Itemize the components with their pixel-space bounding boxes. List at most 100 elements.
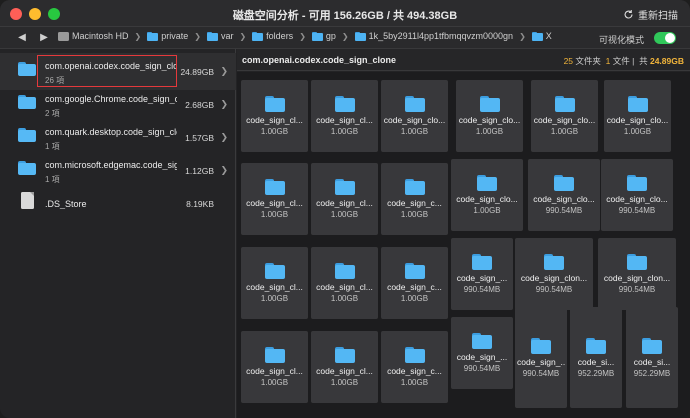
folder-icon <box>311 31 323 41</box>
directory-list: com.openai.codex.code_sign_clone 26 項 24.8… <box>0 49 236 418</box>
rescan-button[interactable]: 重新扫描 <box>623 7 678 22</box>
treemap-tile-name: code_sign_clo... <box>533 194 595 204</box>
treemap-tile[interactable]: code_sign_... 990.54MB <box>451 317 513 389</box>
list-item-count: 1 項 <box>45 142 60 151</box>
treemap-tile[interactable]: code_sign_... 990.54MB <box>515 307 567 408</box>
chevron-right-icon[interactable]: ❯ <box>220 99 228 110</box>
treemap-tile[interactable]: code_sign_c... 1.00GB <box>381 331 448 403</box>
treemap-tile[interactable]: code_sign_clo... 990.54MB <box>601 159 673 231</box>
treemap-tile-size: 990.54MB <box>463 285 501 294</box>
breadcrumb-separator-icon: ❯ <box>519 31 526 41</box>
breadcrumb-item-var[interactable]: var <box>206 31 233 41</box>
breadcrumb-item-gp[interactable]: gp <box>311 31 336 41</box>
total-size: 24.89GB <box>649 56 684 66</box>
treemap-tile-name: code_sign_c... <box>387 366 442 376</box>
treemap-tile[interactable]: code_sign_clo... 1.00GB <box>456 80 523 152</box>
back-arrow-icon[interactable]: ◀ <box>16 32 28 44</box>
forward-arrow-icon[interactable]: ▶ <box>38 32 50 44</box>
treemap-tile[interactable]: code_sign_clon... 990.54MB <box>598 238 676 310</box>
treemap-tile[interactable]: code_sign_cl... 1.00GB <box>241 331 308 403</box>
treemap-tile-size: 1.00GB <box>260 294 289 303</box>
folder-icon <box>627 254 647 270</box>
folder-icon <box>206 31 218 41</box>
list-item-size: 24.89GB <box>180 67 214 77</box>
treemap-tile[interactable]: code_si... 952.29MB <box>626 307 678 408</box>
window-title: 磁盘空间分析 - 可用 156.26GB / 共 494.38GB <box>232 10 458 22</box>
treemap-tile-size: 1.00GB <box>623 127 652 136</box>
total-size-label: 共 <box>639 56 648 66</box>
treemap-tile-size: 1.00GB <box>400 294 429 303</box>
chevron-right-icon[interactable]: ❯ <box>220 132 228 143</box>
treemap-tile[interactable]: code_sign_... 990.54MB <box>451 238 513 310</box>
treemap-tile[interactable]: code_sign_clo... 1.00GB <box>531 80 598 152</box>
folder-icon <box>147 31 159 41</box>
list-item[interactable]: com.openai.codex.code_sign_clone 26 項 24.8… <box>0 53 236 90</box>
list-item-name: com.google.Chrome.code_sign_clone <box>45 94 177 104</box>
treemap-tile-size: 1.00GB <box>260 210 289 219</box>
treemap-tile[interactable]: code_sign_cl... 1.00GB <box>241 80 308 152</box>
folder-icon <box>627 175 647 191</box>
treemap-tile[interactable]: code_sign_clo... 1.00GB <box>381 80 448 152</box>
chevron-right-icon[interactable]: ❯ <box>220 66 228 77</box>
breadcrumb-item-private[interactable]: private <box>147 31 188 41</box>
breadcrumb-item-x[interactable]: X <box>531 31 552 41</box>
treemap-tile[interactable]: code_sign_clo... 990.54MB <box>528 159 600 231</box>
app-window: 磁盘空间分析 - 可用 156.26GB / 共 494.38GB 重新扫描 ◀… <box>0 0 690 418</box>
treemap-tile[interactable]: code_sign_cl... 1.00GB <box>311 331 378 403</box>
list-item[interactable]: com.quark.desktop.code_sign_clone 1 項 1.57… <box>0 119 236 156</box>
treemap-tile[interactable]: code_sign_clon... 990.54MB <box>515 238 593 310</box>
treemap-tile-name: code_sign_clon... <box>603 273 671 283</box>
treemap-tile-size: 1.00GB <box>400 127 429 136</box>
treemap-tile[interactable]: code_sign_cl... 1.00GB <box>311 163 378 235</box>
breadcrumb-separator-icon: ❯ <box>299 31 306 41</box>
list-item-name: com.openai.codex.code_sign_clone <box>45 61 177 71</box>
treemap-tile-size: 1.00GB <box>330 378 359 387</box>
folder-icon <box>531 337 551 354</box>
treemap-tile[interactable]: code_sign_cl... 1.00GB <box>241 163 308 235</box>
treemap-tile-size: 1.00GB <box>475 127 504 136</box>
treemap-tile-size: 1.00GB <box>400 378 429 387</box>
treemap-tile-name: code_sign_cl... <box>316 115 373 125</box>
treemap-tile-size: 1.00GB <box>550 127 579 136</box>
folder-icon <box>404 263 425 279</box>
file-count-label: 文件 <box>612 56 630 66</box>
treemap-tile[interactable]: code_sign_cl... 1.00GB <box>311 80 378 152</box>
treemap-tile[interactable]: code_sign_cl... 1.00GB <box>241 247 308 319</box>
folder-icon <box>264 96 285 112</box>
treemap-tile-name: code_sign_clo... <box>383 115 446 125</box>
treemap-tile[interactable]: code_sign_c... 1.00GB <box>381 247 448 319</box>
list-item-count: 26 項 <box>45 76 65 85</box>
treemap-tile[interactable]: code_sign_c... 1.00GB <box>381 163 448 235</box>
list-item-name: .DS_Store <box>45 199 87 209</box>
treemap-tile[interactable]: code_sign_cl... 1.00GB <box>311 247 378 319</box>
list-item[interactable]: .DS_Store 8.19KB <box>0 185 236 222</box>
treemap-tile-size: 1.00GB <box>330 210 359 219</box>
folder-icon <box>334 179 355 195</box>
treemap-tile-size: 990.54MB <box>618 285 656 294</box>
list-item-count: 2 項 <box>45 109 60 118</box>
breadcrumb-item-user-folder[interactable]: 1k_5by2911l4pp1tfbmqqvzm0000gn <box>354 31 513 41</box>
path-bar: ◀ ▶ Macintosh HD ❯ private ❯ var ❯ folde… <box>0 27 690 49</box>
treemap-tile-name: code_sign_cl... <box>316 282 373 292</box>
list-item[interactable]: com.google.Chrome.code_sign_clone 2 項 2.68… <box>0 86 236 123</box>
treemap-tile[interactable]: code_sign_clo... 1.00GB <box>604 80 671 152</box>
folder-icon <box>472 333 492 349</box>
list-item-size: 1.12GB <box>185 166 214 176</box>
folder-icon <box>642 337 662 354</box>
visualization-mode-toggle[interactable] <box>654 32 676 44</box>
folder-icon <box>18 128 36 142</box>
folder-icon <box>264 263 285 279</box>
list-item[interactable]: com.microsoft.edgemac.code_sign_clone 1 項… <box>0 152 236 189</box>
breadcrumb-item-folders[interactable]: folders <box>252 31 293 41</box>
folder-count: 25 <box>563 56 574 66</box>
treemap-tile[interactable]: code_si... 952.29MB <box>570 307 622 408</box>
treemap-tile-name: code_sign_... <box>517 356 565 367</box>
treemap-tile[interactable]: code_sign_clo... 1.00GB <box>451 159 523 231</box>
folder-icon <box>627 96 648 112</box>
treemap-tile-name: code_sign_cl... <box>246 198 303 208</box>
chevron-right-icon[interactable]: ❯ <box>220 165 228 176</box>
folder-icon <box>544 254 564 270</box>
folder-icon <box>334 263 355 279</box>
list-item-name: com.quark.desktop.code_sign_clone <box>45 127 177 137</box>
breadcrumb-item-macintosh-hd[interactable]: Macintosh HD <box>58 31 129 41</box>
